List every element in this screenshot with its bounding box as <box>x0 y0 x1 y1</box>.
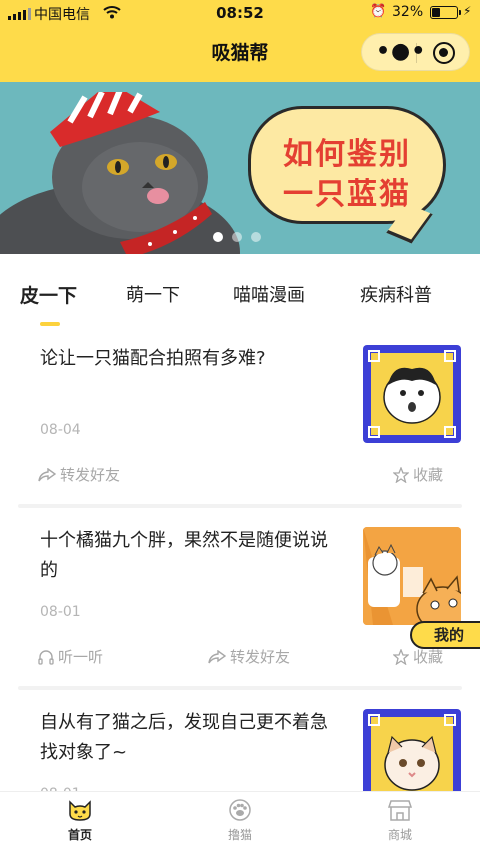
article-card[interactable]: 论让一只猫配合拍照有多难? 08-04 转发好友 收藏 <box>18 336 462 504</box>
card-divider <box>18 504 462 508</box>
paw-icon <box>229 799 251 821</box>
bottom-tab-bar: 首页 撸猫 商城 <box>0 791 480 853</box>
share-label: 转发好友 <box>230 648 291 666</box>
store-icon <box>387 800 413 821</box>
article-thumbnail[interactable] <box>363 709 461 791</box>
capsule-divider <box>416 43 417 63</box>
bottom-tab-store[interactable]: 商城 <box>360 798 440 843</box>
close-miniprogram-icon[interactable] <box>433 42 455 64</box>
tab-meng-yi-xia[interactable]: 萌一下 <box>126 281 180 307</box>
listen-label: 听一听 <box>58 648 104 666</box>
battery-icon <box>430 6 461 19</box>
bottom-tab-label: 首页 <box>67 828 92 842</box>
article-thumbnail[interactable] <box>363 345 461 443</box>
carousel-dot[interactable] <box>232 232 242 242</box>
cat-photo <box>0 92 240 254</box>
listen-button[interactable]: 听一听 <box>38 646 103 667</box>
favorite-button[interactable]: 收藏 <box>393 646 443 667</box>
star-icon <box>393 466 409 483</box>
bottom-tab-label: 撸猫 <box>227 828 252 842</box>
bottom-tab-pet[interactable]: 撸猫 <box>200 798 280 843</box>
mine-floating-button[interactable]: 我的 <box>410 621 480 649</box>
banner-headline-line1: 如何鉴别 <box>283 137 411 172</box>
more-menu-icon[interactable]: •●• <box>376 41 426 63</box>
top-header: 中国电信 08:52 ⏰ 32% ⚡ 吸猫帮 •●• <box>0 0 480 82</box>
star-icon <box>393 648 409 665</box>
share-icon <box>38 467 56 481</box>
cat-face-icon <box>69 800 91 821</box>
article-date: 08-04 <box>40 422 81 438</box>
article-card[interactable]: 十个橘猫九个胖，果然不是随便说说的 08-01 听一听 转发好友 收藏 <box>18 518 462 686</box>
banner-headline-line2: 一只蓝猫 <box>283 177 411 212</box>
article-title[interactable]: 自从有了猫之后，发现自己更不着急找对象了~ <box>40 708 340 768</box>
article-date: 08-01 <box>40 604 81 620</box>
category-tabs: 皮一下 萌一下 喵喵漫画 疾病科普 <box>0 254 480 332</box>
favorite-button[interactable]: 收藏 <box>393 464 443 485</box>
miniprogram-capsule: •●• <box>361 33 470 71</box>
bottom-tab-home[interactable]: 首页 <box>40 798 120 843</box>
article-thumbnail[interactable] <box>363 527 461 625</box>
status-bar: 中国电信 08:52 ⏰ 32% ⚡ <box>0 0 480 26</box>
article-card[interactable]: 自从有了猫之后，发现自己更不着急找对象了~ 08-01 <box>18 700 462 791</box>
share-button[interactable]: 转发好友 <box>38 464 120 485</box>
headphones-icon <box>38 649 54 665</box>
carousel-dot[interactable] <box>213 232 223 242</box>
alarm-icon: ⏰ <box>370 4 387 19</box>
favorite-label: 收藏 <box>413 466 444 484</box>
bottom-tab-label: 商城 <box>387 828 412 842</box>
article-title[interactable]: 论让一只猫配合拍照有多难? <box>40 344 340 374</box>
carousel-dot[interactable] <box>251 232 261 242</box>
share-icon <box>208 649 226 663</box>
banner-speech-bubble: 如何鉴别 一只蓝猫 <box>248 106 446 224</box>
share-label: 转发好友 <box>60 466 121 484</box>
share-button[interactable]: 转发好友 <box>208 646 290 667</box>
tab-miaomiao-comics[interactable]: 喵喵漫画 <box>233 281 305 307</box>
charging-icon: ⚡ <box>463 4 472 18</box>
favorite-label: 收藏 <box>413 648 444 666</box>
active-tab-indicator <box>40 322 60 326</box>
article-title[interactable]: 十个橘猫九个胖，果然不是随便说说的 <box>40 526 340 586</box>
banner-carousel[interactable]: 如何鉴别 一只蓝猫 <box>0 82 480 254</box>
carousel-indicator <box>213 232 261 242</box>
battery-percent: 32% <box>392 4 424 20</box>
tab-disease-science[interactable]: 疾病科普 <box>360 281 432 307</box>
card-divider <box>18 686 462 690</box>
tab-pi-yi-xia[interactable]: 皮一下 <box>20 281 77 308</box>
